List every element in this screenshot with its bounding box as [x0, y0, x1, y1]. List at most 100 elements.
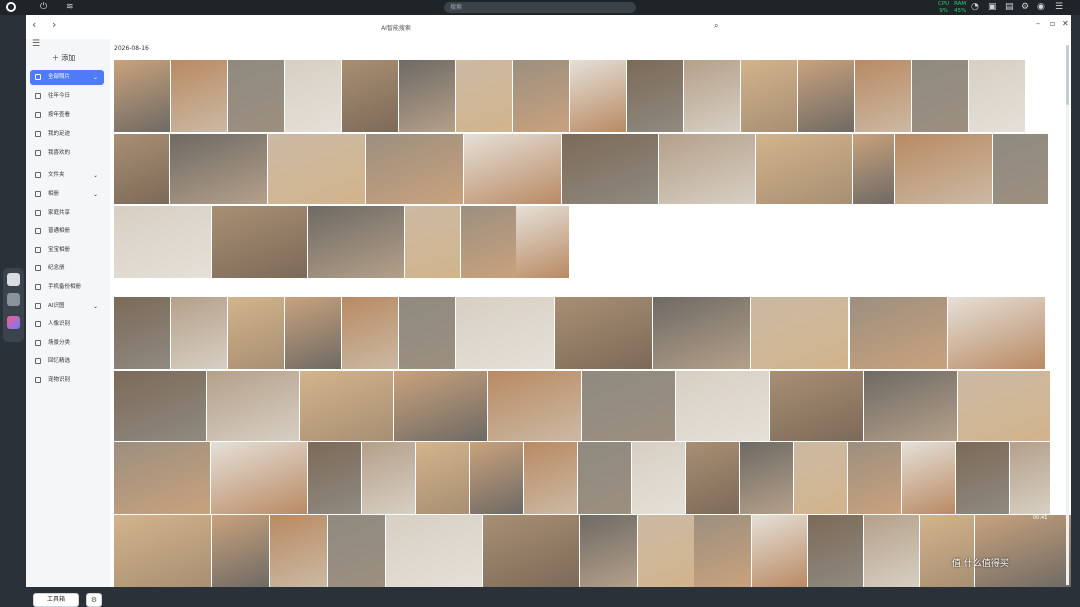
photo-thumbnail[interactable] — [405, 206, 460, 278]
photo-thumbnail[interactable] — [912, 60, 968, 132]
photo-thumbnail[interactable] — [170, 134, 267, 204]
dock-apps-grid-icon[interactable] — [7, 293, 20, 306]
photo-thumbnail[interactable] — [562, 134, 658, 204]
dock-photos-app-icon[interactable] — [7, 316, 20, 329]
photo-thumbnail[interactable] — [969, 60, 1025, 132]
photo-thumbnail[interactable] — [211, 442, 307, 514]
photo-thumbnail[interactable] — [228, 60, 284, 132]
photo-thumbnail[interactable] — [920, 515, 974, 587]
forward-icon[interactable]: › — [52, 18, 56, 31]
photo-thumbnail[interactable] — [366, 134, 463, 204]
photo-thumbnail[interactable] — [270, 515, 327, 587]
photo-thumbnail[interactable] — [342, 297, 398, 369]
photo-thumbnail[interactable] — [308, 442, 361, 514]
photo-thumbnail[interactable] — [958, 371, 1050, 441]
photo-thumbnail[interactable] — [456, 297, 554, 369]
photo-thumbnail[interactable] — [578, 442, 631, 514]
photo-thumbnail[interactable] — [659, 134, 755, 204]
photo-thumbnail[interactable] — [627, 60, 683, 132]
photo-thumbnail[interactable] — [114, 515, 211, 587]
sidebar-toggle-icon[interactable]: ☰ — [32, 39, 40, 49]
photo-thumbnail[interactable] — [464, 134, 561, 204]
gauge-icon[interactable]: ◔ — [971, 1, 979, 14]
scrollbar[interactable] — [1066, 45, 1069, 585]
photo-thumbnail[interactable] — [752, 515, 807, 587]
photo-thumbnail[interactable] — [770, 371, 863, 441]
photo-thumbnail[interactable] — [483, 515, 579, 587]
chevron-down-icon[interactable]: ⌄ — [93, 187, 98, 202]
photo-thumbnail[interactable] — [948, 297, 1045, 369]
photo-thumbnail[interactable] — [461, 206, 516, 278]
photo-thumbnail[interactable] — [399, 60, 455, 132]
dock-monitor-icon[interactable] — [7, 273, 20, 286]
sidebar-item[interactable]: 家庭共享 — [30, 206, 104, 221]
photo-thumbnail[interactable] — [853, 134, 894, 204]
photo-thumbnail[interactable] — [285, 297, 341, 369]
maximize-icon[interactable]: ▫ — [1050, 19, 1055, 28]
search-icon[interactable]: ⌕ — [714, 21, 718, 31]
sidebar-item[interactable]: 手机备份相册 — [30, 280, 104, 295]
sidebar-item[interactable]: 全部照片 ⌄ — [30, 70, 104, 85]
photo-thumbnail[interactable] — [524, 442, 577, 514]
photo-thumbnail[interactable] — [895, 134, 992, 204]
photo-thumbnail[interactable] — [171, 60, 227, 132]
photo-thumbnail[interactable] — [756, 134, 852, 204]
sidebar-item[interactable]: 往年今日 — [30, 89, 104, 104]
sidebar-item[interactable]: 我喜欢的 — [30, 146, 104, 161]
photo-thumbnail[interactable] — [676, 371, 769, 441]
photo-thumbnail[interactable] — [582, 371, 675, 441]
photo-thumbnail[interactable] — [399, 297, 455, 369]
photo-thumbnail[interactable] — [300, 371, 393, 441]
photo-thumbnail[interactable] — [740, 442, 793, 514]
photo-thumbnail[interactable] — [114, 371, 206, 441]
photo-thumbnail[interactable] — [864, 371, 957, 441]
photo-thumbnail[interactable] — [228, 297, 284, 369]
photo-thumbnail[interactable] — [488, 371, 581, 441]
photo-thumbnail[interactable] — [386, 515, 482, 587]
sidebar-item[interactable]: 宝宝相册 — [30, 243, 104, 258]
photo-thumbnail[interactable] — [114, 60, 170, 132]
sidebar-settings-icon[interactable]: ⚙ — [86, 593, 102, 607]
photo-thumbnail[interactable] — [751, 297, 848, 369]
sidebar-item[interactable]: 相册 ⌄ — [30, 187, 104, 202]
sidebar-item[interactable]: 按年查看 — [30, 108, 104, 123]
photo-thumbnail[interactable] — [328, 515, 385, 587]
photo-thumbnail[interactable] — [686, 442, 739, 514]
sidebar-item[interactable]: 我的足迹 — [30, 127, 104, 142]
photo-thumbnail[interactable] — [570, 60, 626, 132]
back-icon[interactable]: ‹ — [32, 18, 36, 31]
photo-thumbnail[interactable] — [114, 134, 169, 204]
photo-thumbnail[interactable] — [632, 442, 685, 514]
photo-thumbnail[interactable] — [864, 515, 919, 587]
system-logo-icon[interactable]: ● — [6, 2, 16, 12]
photo-thumbnail[interactable] — [638, 515, 695, 587]
photo-thumbnail[interactable] — [114, 297, 170, 369]
sidebar-item[interactable]: 人像识别 — [30, 317, 104, 332]
photo-thumbnail[interactable] — [342, 60, 398, 132]
photo-thumbnail[interactable] — [850, 297, 947, 369]
photo-thumbnail[interactable] — [212, 515, 269, 587]
photo-thumbnail[interactable] — [362, 442, 415, 514]
photo-thumbnail[interactable] — [855, 60, 911, 132]
power-icon[interactable]: ⏻ — [40, 1, 47, 14]
photo-thumbnail[interactable] — [798, 60, 854, 132]
photo-thumbnail[interactable] — [1010, 442, 1050, 514]
minimize-icon[interactable]: – — [1036, 19, 1040, 28]
photo-thumbnail[interactable] — [171, 297, 227, 369]
photo-thumbnail[interactable] — [285, 60, 341, 132]
settings-icon[interactable]: ⚙ — [1021, 1, 1029, 14]
photo-thumbnail[interactable] — [513, 60, 569, 132]
photo-thumbnail[interactable] — [114, 206, 211, 278]
photo-thumbnail[interactable] — [993, 134, 1048, 204]
sidebar-item[interactable]: 回忆精选 — [30, 354, 104, 369]
sidebar-item[interactable]: AI识图 ⌄ — [30, 299, 104, 314]
photo-thumbnail[interactable] — [653, 297, 750, 369]
sidebar-item[interactable]: 普通相册 — [30, 224, 104, 239]
photo-thumbnail[interactable] — [555, 297, 652, 369]
message-icon[interactable]: ▣ — [988, 1, 997, 14]
photo-thumbnail[interactable] — [416, 442, 469, 514]
menu-icon[interactable]: ☰ — [1055, 1, 1063, 14]
photo-thumbnail[interactable] — [580, 515, 637, 587]
toolbox-button[interactable]: 工具箱 — [33, 593, 79, 607]
photo-thumbnail[interactable] — [741, 60, 797, 132]
